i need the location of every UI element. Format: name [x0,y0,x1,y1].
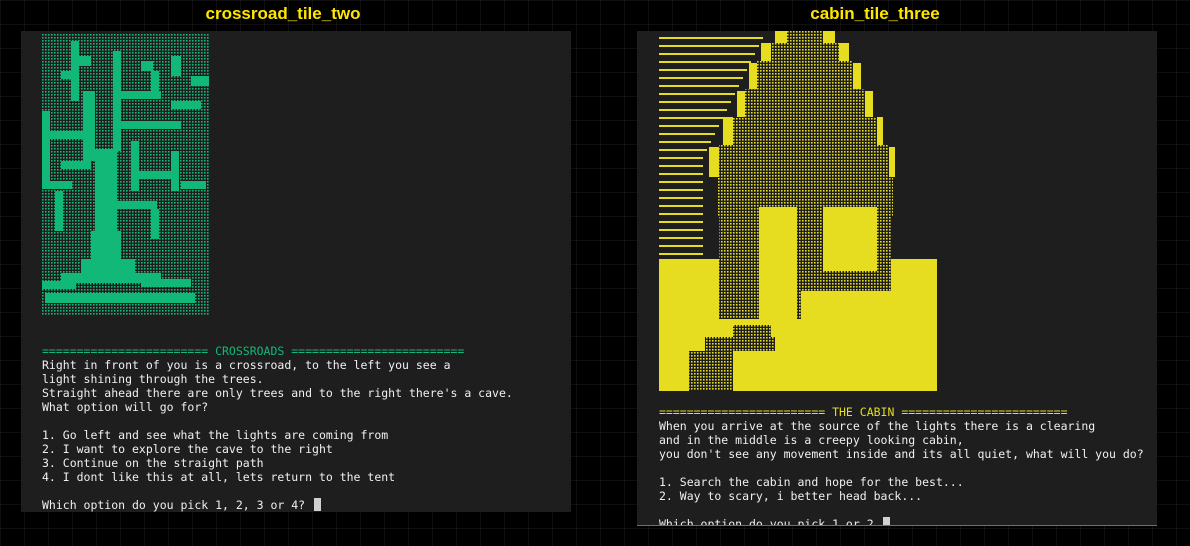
cabin-output: ======================== THE CABIN =====… [659,405,1144,526]
right-window-title: cabin_tile_three [810,4,940,23]
input-prompt: Which option do you pick 1, 2, 3 or 4? [42,498,313,512]
text-cursor[interactable] [314,498,322,511]
story-line: light shining through the trees. [42,372,264,386]
story-line: What option will go for? [42,400,209,414]
story-line: Straight ahead there are only trees and … [42,386,513,400]
option-line: 1. Search the cabin and hope for the bes… [659,475,964,489]
story-line: and in the middle is a creepy looking ca… [659,433,964,447]
crossroads-banner: ======================== CROSSROADS ====… [42,344,465,358]
left-window-title: crossroad_tile_two [205,4,361,23]
cabin-terminal[interactable]: ======================== THE CABIN =====… [637,31,1157,526]
cabin-banner: ======================== THE CABIN =====… [659,405,1068,419]
story-line: Right in front of you is a crossroad, to… [42,358,451,372]
crossroad-terminal[interactable]: ======================== CROSSROADS ====… [21,31,571,512]
tree-ascii-art [42,34,210,316]
text-cursor[interactable] [882,517,890,525]
option-line: 2. Way to scary, i better head back... [659,489,923,503]
story-line: you don't see any movement inside and it… [659,447,1144,461]
input-prompt: Which option do you pick 1 or 2 [659,517,881,526]
option-line: 3. Continue on the straight path [42,456,264,470]
option-line: 2. I want to explore the cave to the rig… [42,442,333,456]
crossroad-output: ======================== CROSSROADS ====… [42,344,513,512]
story-line: When you arrive at the source of the lig… [659,419,1096,433]
option-line: 4. I dont like this at all, lets return … [42,470,396,484]
cabin-ascii-art [659,31,937,391]
option-line: 1. Go left and see what the lights are c… [42,428,389,442]
